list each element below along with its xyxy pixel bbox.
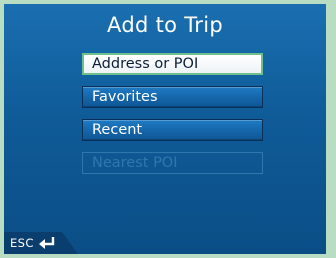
device-bezel: Add to Trip Address or POI Favorites Rec… xyxy=(0,0,336,258)
esc-label: ESC xyxy=(10,236,34,250)
address-or-poi-button[interactable]: Address or POI xyxy=(82,53,263,75)
screen-title: Add to Trip xyxy=(107,13,223,37)
favorites-button[interactable]: Favorites xyxy=(82,86,263,108)
esc-back-button[interactable]: ESC xyxy=(4,232,78,254)
nearest-poi-button: Nearest POI xyxy=(82,152,263,174)
recent-button[interactable]: Recent xyxy=(82,119,263,141)
add-to-trip-screen: Add to Trip Address or POI Favorites Rec… xyxy=(4,4,326,254)
return-arrow-icon xyxy=(39,237,55,249)
